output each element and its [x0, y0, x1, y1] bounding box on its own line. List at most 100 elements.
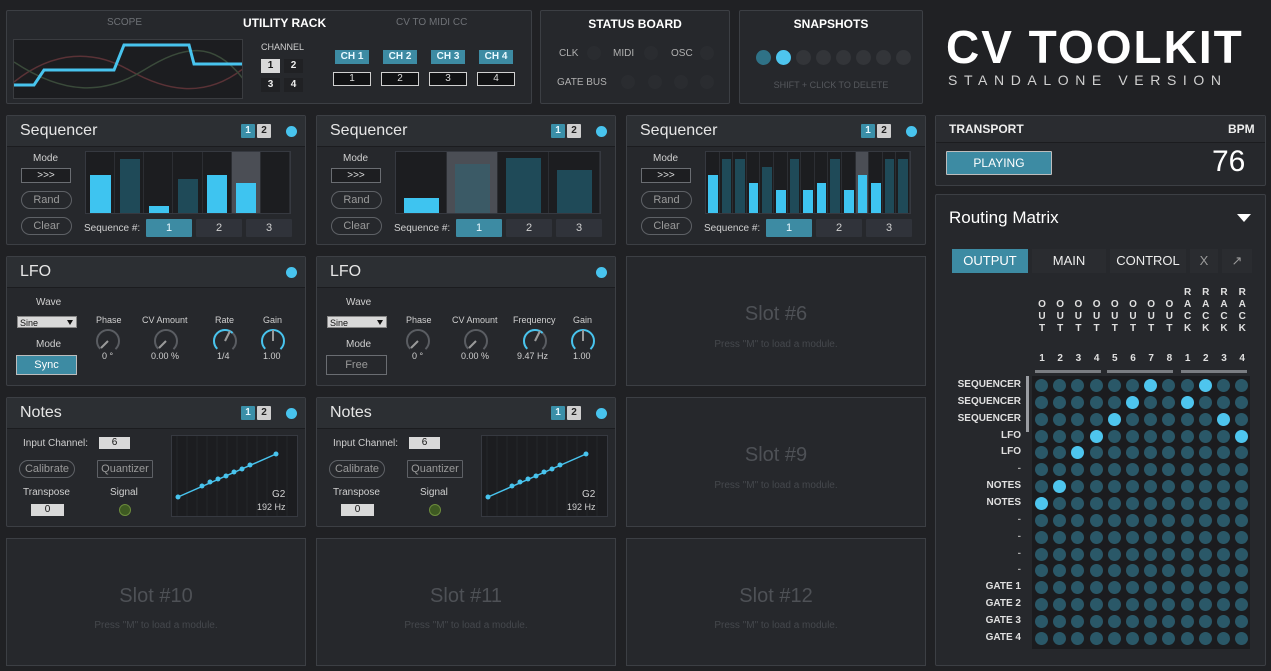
- step-column[interactable]: [173, 152, 203, 213]
- routing-node[interactable]: [1180, 564, 1194, 578]
- input-channel-field[interactable]: 6: [409, 437, 440, 449]
- routing-node[interactable]: [1235, 631, 1249, 645]
- step-column[interactable]: [842, 152, 856, 213]
- routing-node[interactable]: [1235, 513, 1249, 527]
- snapshot-slot-7[interactable]: [876, 50, 891, 65]
- routing-node[interactable]: [1235, 395, 1249, 409]
- routing-node[interactable]: [1144, 412, 1158, 426]
- routing-node[interactable]: [1107, 614, 1121, 628]
- routing-node[interactable]: [1180, 581, 1194, 595]
- routing-node[interactable]: [1126, 598, 1139, 612]
- mode-selector[interactable]: >>>: [21, 168, 71, 183]
- snapshot-slot-4[interactable]: [816, 50, 831, 65]
- sequencer-steps[interactable]: [85, 151, 291, 214]
- routing-node[interactable]: [1107, 496, 1121, 510]
- ch3-button[interactable]: CH 3: [431, 50, 465, 64]
- wave-dropdown[interactable]: Sine: [327, 316, 387, 328]
- step-column[interactable]: [498, 152, 549, 213]
- routing-node[interactable]: [1107, 598, 1121, 612]
- routing-node[interactable]: [1144, 530, 1158, 544]
- routing-node[interactable]: [1089, 614, 1103, 628]
- sequencer-steps[interactable]: [705, 151, 911, 214]
- wave-dropdown[interactable]: Sine: [17, 316, 77, 328]
- transpose-field[interactable]: 0: [31, 504, 64, 516]
- input-channel-field[interactable]: 6: [99, 437, 130, 449]
- routing-node[interactable]: [1107, 581, 1121, 595]
- routing-node[interactable]: [1235, 614, 1249, 628]
- routing-node[interactable]: [1035, 631, 1048, 645]
- routing-node[interactable]: [1217, 614, 1230, 628]
- routing-node[interactable]: [1180, 395, 1194, 409]
- routing-node[interactable]: [1035, 496, 1048, 510]
- routing-node[interactable]: [1107, 379, 1121, 392]
- step-column[interactable]: [747, 152, 761, 213]
- routing-node[interactable]: [1071, 429, 1085, 443]
- page-2-button[interactable]: 2: [257, 406, 271, 420]
- routing-node[interactable]: [1180, 379, 1194, 392]
- notes-active-led[interactable]: [596, 408, 607, 419]
- free-mode-button[interactable]: Free: [326, 355, 387, 375]
- ch3-value[interactable]: 3: [429, 72, 467, 86]
- channel-button-2[interactable]: 2: [284, 59, 303, 73]
- routing-node[interactable]: [1162, 429, 1176, 443]
- clear-button[interactable]: Clear: [331, 217, 382, 235]
- page-1-button[interactable]: 1: [861, 124, 875, 138]
- routing-node[interactable]: [1053, 530, 1067, 544]
- slot-10[interactable]: Slot #10 Press "M" to load a module.: [6, 538, 306, 666]
- routing-node[interactable]: [1198, 395, 1212, 409]
- routing-node[interactable]: [1198, 513, 1212, 527]
- snapshot-slot-8[interactable]: [896, 50, 911, 65]
- routing-node[interactable]: [1107, 463, 1121, 477]
- page-1-button[interactable]: 1: [551, 406, 565, 420]
- step-column[interactable]: [261, 152, 290, 213]
- routing-node[interactable]: [1089, 480, 1103, 494]
- routing-node[interactable]: [1035, 379, 1048, 392]
- step-column[interactable]: [549, 152, 600, 213]
- page-2-button[interactable]: 2: [567, 406, 581, 420]
- page-1-button[interactable]: 1: [241, 124, 255, 138]
- routing-node[interactable]: [1180, 631, 1194, 645]
- rand-button[interactable]: Rand: [331, 191, 382, 209]
- step-column[interactable]: [828, 152, 842, 213]
- routing-node[interactable]: [1217, 379, 1230, 392]
- transpose-field[interactable]: 0: [341, 504, 374, 516]
- routing-node[interactable]: [1126, 513, 1139, 527]
- page-2-button[interactable]: 2: [877, 124, 891, 138]
- routing-node[interactable]: [1089, 412, 1103, 426]
- channel-button-1[interactable]: 1: [261, 59, 280, 73]
- routing-node[interactable]: [1198, 581, 1212, 595]
- routing-node[interactable]: [1217, 547, 1230, 561]
- routing-node[interactable]: [1144, 631, 1158, 645]
- routing-node[interactable]: [1035, 429, 1048, 443]
- routing-node[interactable]: [1089, 564, 1103, 578]
- sequencer-steps[interactable]: [395, 151, 601, 214]
- mode-selector[interactable]: >>>: [331, 168, 381, 183]
- routing-node[interactable]: [1217, 513, 1230, 527]
- routing-node[interactable]: [1235, 530, 1249, 544]
- routing-node[interactable]: [1198, 547, 1212, 561]
- routing-node[interactable]: [1035, 480, 1048, 494]
- routing-node[interactable]: [1180, 463, 1194, 477]
- ch2-button[interactable]: CH 2: [383, 50, 417, 64]
- slot-6[interactable]: Slot #6 Press "M" to load a module.: [626, 256, 926, 386]
- rand-button[interactable]: Rand: [21, 191, 72, 209]
- page-1-button[interactable]: 1: [551, 124, 565, 138]
- routing-node[interactable]: [1235, 547, 1249, 561]
- routing-node[interactable]: [1089, 429, 1103, 443]
- snapshot-slot-1[interactable]: [756, 50, 771, 65]
- step-column[interactable]: [855, 152, 870, 213]
- routing-node[interactable]: [1089, 631, 1103, 645]
- routing-node[interactable]: [1180, 530, 1194, 544]
- routing-node[interactable]: [1144, 395, 1158, 409]
- routing-node[interactable]: [1107, 530, 1121, 544]
- sequence-3-button[interactable]: 3: [246, 219, 292, 237]
- channel-button-3[interactable]: 3: [261, 78, 280, 92]
- routing-node[interactable]: [1071, 547, 1085, 561]
- routing-node[interactable]: [1235, 429, 1249, 443]
- routing-node[interactable]: [1126, 429, 1139, 443]
- step-column[interactable]: [883, 152, 897, 213]
- routing-node[interactable]: [1180, 614, 1194, 628]
- routing-node[interactable]: [1217, 631, 1230, 645]
- routing-node[interactable]: [1198, 598, 1212, 612]
- routing-node[interactable]: [1089, 379, 1103, 392]
